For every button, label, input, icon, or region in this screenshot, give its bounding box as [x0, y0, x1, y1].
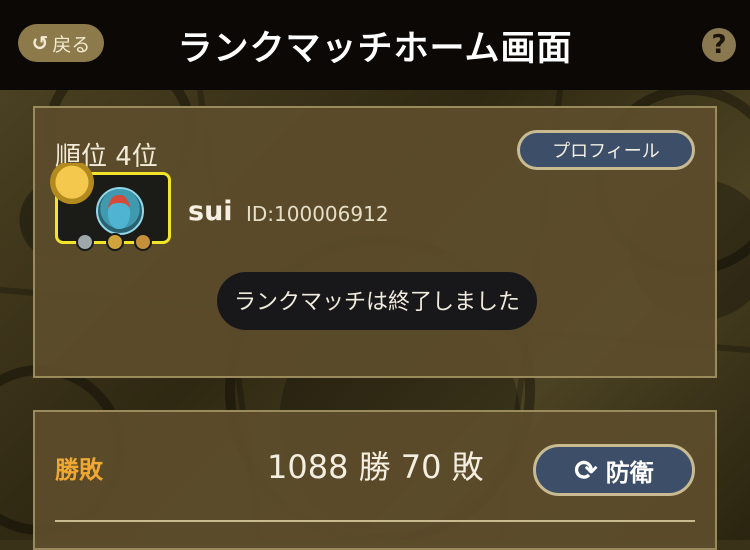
refresh-icon: ⟳ [574, 453, 598, 487]
character-icon [50, 163, 94, 211]
back-button[interactable]: ↺ 戻る [18, 24, 104, 62]
undo-arrow-icon: ↺ [31, 31, 49, 55]
defend-label: 防衛 [605, 458, 654, 487]
badge-bronze-icon [134, 233, 152, 251]
record-value: 1088 勝 70 敗 [267, 448, 484, 486]
avatar-portrait [96, 187, 144, 235]
badge-silver-icon [76, 233, 94, 251]
record-label: 勝敗 [55, 456, 103, 484]
badge-gold-icon [106, 233, 124, 251]
help-icon[interactable]: ? [702, 28, 736, 62]
header-bar: ↺ 戻る ランクマッチホーム画面 ? [0, 0, 750, 90]
avatar[interactable] [50, 163, 171, 251]
divider [55, 520, 695, 522]
notice-text: ランクマッチは終了しました [233, 290, 520, 315]
defend-button[interactable]: ⟳ 防衛 [533, 444, 695, 496]
avatar-face [108, 195, 130, 229]
username: sui [188, 196, 233, 227]
record-panel: 勝敗 1088 勝 70 敗 ⟳ 防衛 [33, 410, 717, 550]
player-card: 順位 4位 プロフィール sui ID:100006912 ランクマッチは終了し… [33, 106, 717, 378]
user-id: ID:100006912 [246, 202, 389, 226]
profile-button[interactable]: プロフィール [517, 130, 695, 170]
page-title: ランクマッチホーム画面 [177, 28, 573, 69]
back-label: 戻る [52, 33, 91, 56]
